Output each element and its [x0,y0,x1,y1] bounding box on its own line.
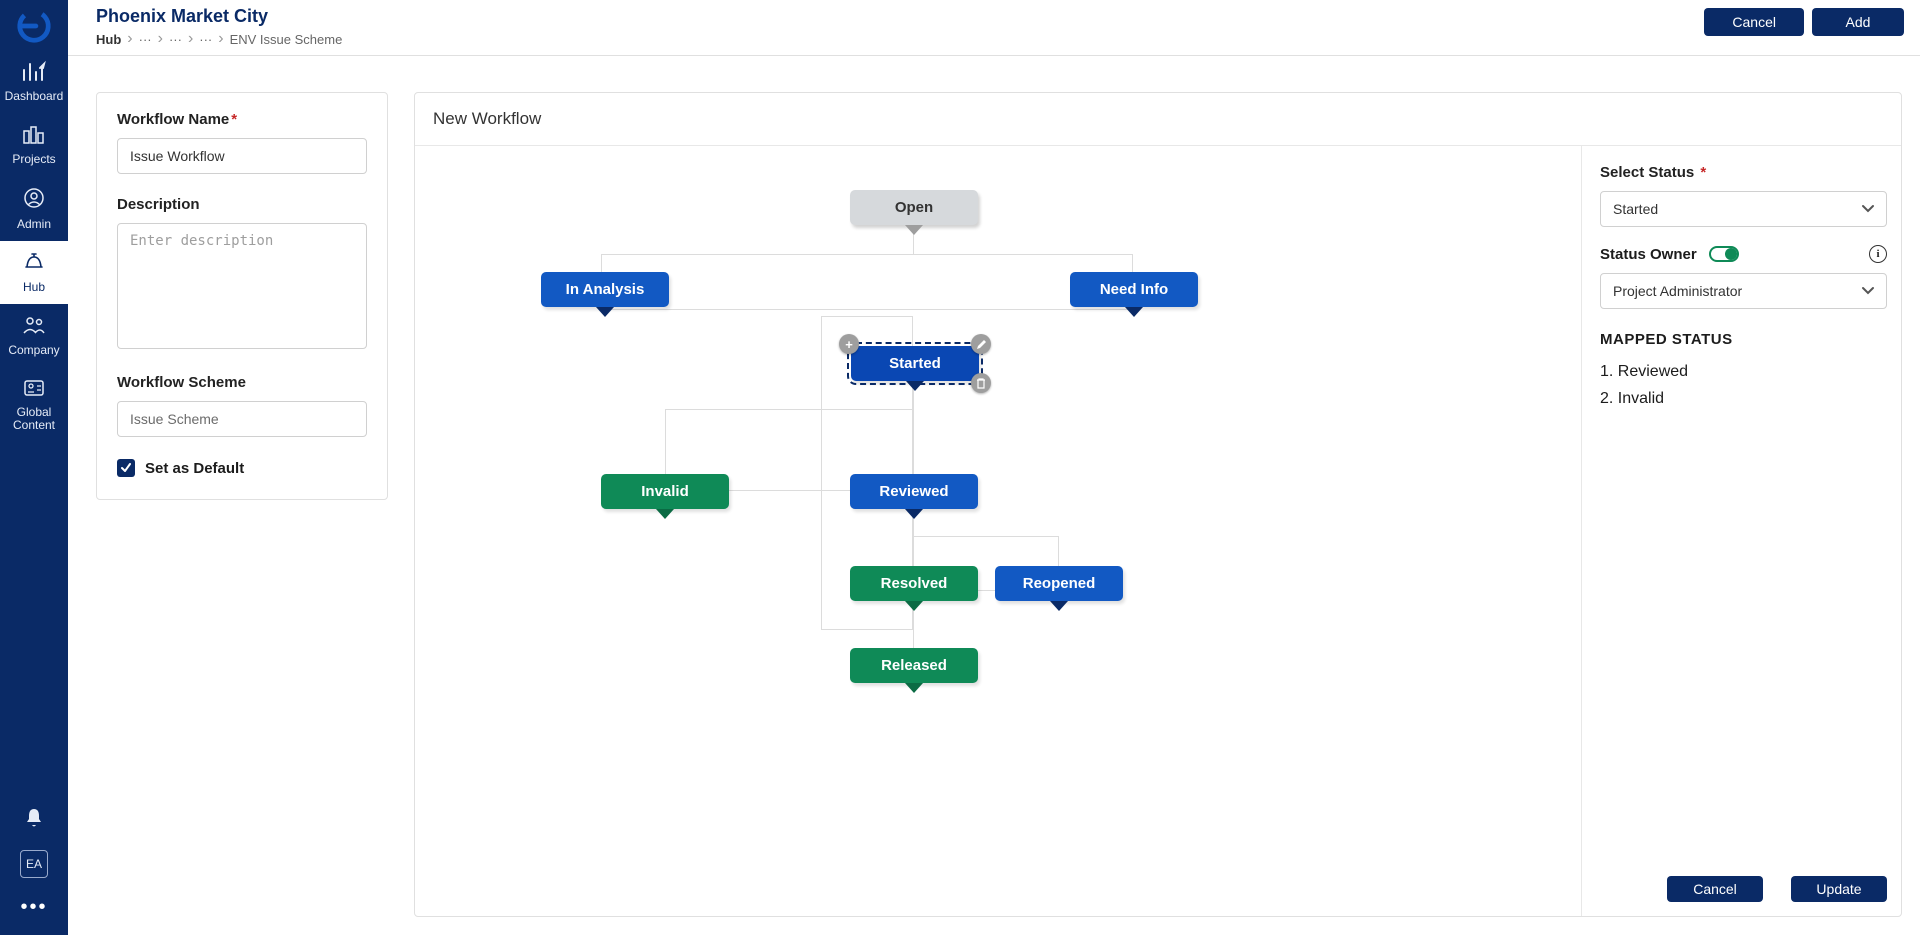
checkbox-checked-icon [117,459,135,477]
avatar-initials: EA [26,857,42,871]
mapped-status-item: Invalid [1600,385,1887,412]
sidebar-item-admin[interactable]: Admin [0,176,68,241]
node-arrow-icon [905,509,923,519]
breadcrumb-root[interactable]: Hub [96,32,121,47]
page-header: Phoenix Market City Hub › ··· › ··· › ··… [68,0,1920,56]
nav-items: Dashboard Projects Admin Hub Company [0,50,68,442]
sidebar-label: Company [8,343,59,357]
dashboard-icon [21,60,47,85]
chevron-right-icon: › [127,31,132,47]
select-status-label: Select Status * [1600,164,1887,181]
main: Phoenix Market City Hub › ··· › ··· › ··… [68,0,1920,935]
panel-cancel-button[interactable]: Cancel [1667,876,1763,902]
app-logo[interactable] [14,6,54,46]
status-panel: Select Status * Started Status Owner [1581,146,1901,916]
mapped-status-list: Reviewed Invalid [1600,358,1887,412]
cancel-button[interactable]: Cancel [1704,8,1804,36]
set-default-label: Set as Default [145,460,244,477]
notifications-icon[interactable] [24,807,44,832]
admin-icon [22,186,46,213]
sidebar-label: Admin [17,217,51,231]
sidebar-label: Hub [23,280,45,294]
add-button[interactable]: Add [1812,8,1904,36]
info-icon[interactable]: i [1869,245,1887,263]
company-icon [21,314,47,339]
sidebar-label: Global Content [0,406,68,432]
sidebar-item-company[interactable]: Company [0,304,68,367]
content: Workflow Name* Description Workflow Sche… [68,56,1920,935]
sidebar-item-global-content[interactable]: Global Content [0,367,68,442]
set-default-checkbox[interactable]: Set as Default [117,459,367,477]
chevron-right-icon: › [188,31,193,47]
breadcrumb-ellipsis[interactable]: ··· [139,32,152,47]
node-reviewed[interactable]: Reviewed [850,474,978,509]
node-arrow-icon [1125,307,1143,317]
hub-icon [22,251,46,276]
status-owner-dropdown[interactable]: Project Administrator [1600,273,1887,309]
node-resolved[interactable]: Resolved [850,566,978,601]
workflow-name-label: Workflow Name* [117,111,367,128]
form-panel: Workflow Name* Description Workflow Sche… [96,92,388,500]
node-open[interactable]: Open [850,190,978,225]
node-released[interactable]: Released [850,648,978,683]
user-avatar[interactable]: EA [20,850,48,878]
node-started[interactable]: Started + [851,346,979,381]
more-icon[interactable]: ••• [20,896,47,919]
breadcrumb: Hub › ··· › ··· › ··· › ENV Issue Scheme [96,31,342,47]
workflow-scheme-input[interactable] [117,401,367,437]
node-in-analysis[interactable]: In Analysis [541,272,669,307]
mapped-status-title: MAPPED STATUS [1600,331,1887,348]
sidebar-bottom: EA ••• [0,807,68,935]
canvas-panel: New Workflow Open In An [414,92,1902,917]
status-owner-toggle[interactable] [1709,246,1739,262]
sidebar-label: Dashboard [5,89,64,103]
sidebar-item-projects[interactable]: Projects [0,113,68,176]
panel-update-button[interactable]: Update [1791,876,1887,902]
status-panel-footer: Cancel Update [1600,862,1887,902]
edit-icon[interactable] [971,334,991,354]
global-content-icon [22,377,46,402]
select-status-dropdown[interactable]: Started [1600,191,1887,227]
node-arrow-icon [905,225,923,235]
node-arrow-icon [905,601,923,611]
node-reopened[interactable]: Reopened [995,566,1123,601]
breadcrumb-ellipsis[interactable]: ··· [169,32,182,47]
description-label: Description [117,196,367,213]
delete-icon[interactable] [971,373,991,393]
breadcrumb-leaf: ENV Issue Scheme [230,32,343,47]
canvas-title: New Workflow [415,93,1901,146]
node-arrow-icon [1050,601,1068,611]
sidebar: Dashboard Projects Admin Hub Company [0,0,68,935]
page-title: Phoenix Market City [96,6,342,27]
header-actions: Cancel Add [1704,6,1904,36]
node-arrow-icon [905,683,923,693]
sidebar-item-hub[interactable]: Hub [0,241,68,304]
projects-icon [21,123,47,148]
workflow-diagram[interactable]: Open In Analysis Need Info Started [415,146,1581,916]
status-owner-label: Status Owner [1600,246,1697,263]
connector-line [601,254,1133,310]
chevron-right-icon: › [218,31,223,47]
sidebar-label: Projects [12,152,55,166]
node-arrow-icon [656,509,674,519]
node-arrow-icon [596,307,614,317]
chevron-right-icon: › [158,31,163,47]
workflow-scheme-label: Workflow Scheme [117,374,367,391]
add-connection-icon[interactable]: + [839,334,859,354]
workflow-name-input[interactable] [117,138,367,174]
breadcrumb-ellipsis[interactable]: ··· [199,32,212,47]
sidebar-item-dashboard[interactable]: Dashboard [0,50,68,113]
node-need-info[interactable]: Need Info [1070,272,1198,307]
mapped-status-item: Reviewed [1600,358,1887,385]
logo-icon [15,7,53,45]
node-arrow-icon [906,381,924,391]
description-input[interactable] [117,223,367,349]
node-invalid[interactable]: Invalid [601,474,729,509]
